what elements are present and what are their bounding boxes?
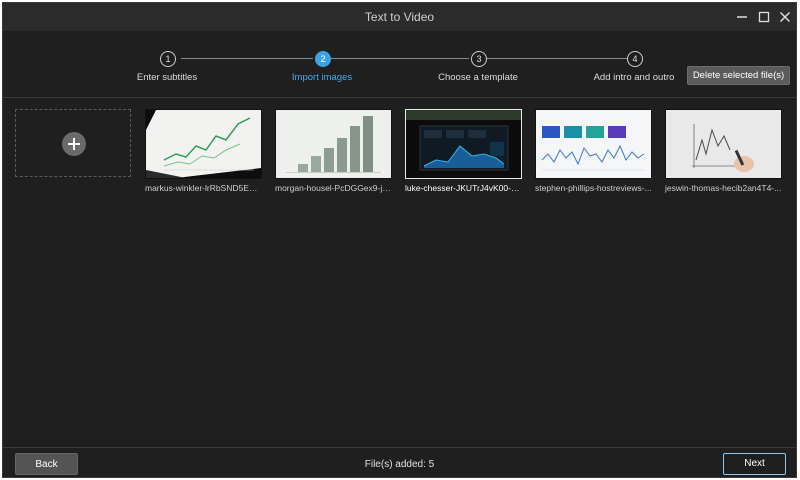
- step-1-number[interactable]: 1: [160, 51, 176, 67]
- add-image-button[interactable]: [62, 132, 86, 156]
- bar-blocks-photo: [276, 110, 391, 178]
- step-3-label[interactable]: Choose a template: [438, 72, 518, 83]
- step-connector: [181, 58, 313, 59]
- image-filename: markus-winkler-lrRbSND5EUc...: [145, 183, 262, 193]
- minimize-icon: [737, 16, 747, 18]
- minimize-button[interactable]: [731, 7, 753, 27]
- image-filename: stephen-phillips-hostreviews-...: [535, 183, 652, 193]
- maximize-icon: [758, 11, 770, 23]
- wizard-stepper: 1 Enter subtitles 2 Import images 3 Choo…: [3, 31, 796, 91]
- image-preview[interactable]: [145, 109, 262, 179]
- image-thumbnail[interactable]: jeswin-thomas-hecib2an4T4-...: [665, 109, 782, 193]
- image-filename: luke-chesser-JKUTrJ4vK00-uns...: [405, 183, 522, 193]
- image-filename: morgan-housel-PcDGGex9-jA...: [275, 183, 392, 193]
- analytics-screen-photo: [536, 110, 651, 178]
- laptop-chart-photo: [146, 110, 261, 178]
- image-thumbnail[interactable]: morgan-housel-PcDGGex9-jA...: [275, 109, 392, 193]
- image-thumbnail-selected[interactable]: luke-chesser-JKUTrJ4vK00-uns...: [405, 109, 522, 193]
- image-thumbnail[interactable]: markus-winkler-lrRbSND5EUc...: [145, 109, 262, 193]
- maximize-button[interactable]: [753, 7, 775, 27]
- whiteboard-photo: [666, 110, 781, 178]
- step-connector: [331, 58, 469, 59]
- step-4-number[interactable]: 4: [627, 51, 643, 67]
- step-4-label[interactable]: Add intro and outro: [594, 72, 675, 83]
- step-2-number[interactable]: 2: [315, 51, 331, 67]
- image-filename: jeswin-thomas-hecib2an4T4-...: [665, 183, 782, 193]
- delete-selected-button[interactable]: Delete selected file(s): [687, 66, 790, 85]
- step-2-label[interactable]: Import images: [292, 72, 352, 83]
- add-image-tile[interactable]: [15, 109, 131, 177]
- footer-divider: [3, 447, 796, 448]
- divider: [3, 97, 796, 98]
- image-preview[interactable]: [665, 109, 782, 179]
- window-title: Text to Video: [364, 10, 435, 24]
- close-button[interactable]: [774, 7, 796, 27]
- plus-icon: [68, 138, 80, 150]
- image-preview[interactable]: [405, 109, 522, 179]
- image-thumbnail[interactable]: stephen-phillips-hostreviews-...: [535, 109, 652, 193]
- step-connector: [487, 58, 627, 59]
- step-1-label[interactable]: Enter subtitles: [137, 72, 197, 83]
- next-button[interactable]: Next: [723, 453, 786, 475]
- title-bar: Text to Video: [3, 3, 796, 31]
- image-preview[interactable]: [535, 109, 652, 179]
- files-added-status: File(s) added: 5: [364, 459, 435, 470]
- close-icon: [780, 12, 790, 22]
- dashboard-laptop-photo: [406, 110, 521, 178]
- image-preview[interactable]: [275, 109, 392, 179]
- step-3-number[interactable]: 3: [471, 51, 487, 67]
- app-window: Text to Video 1 Enter subtitles 2 Import…: [2, 2, 797, 478]
